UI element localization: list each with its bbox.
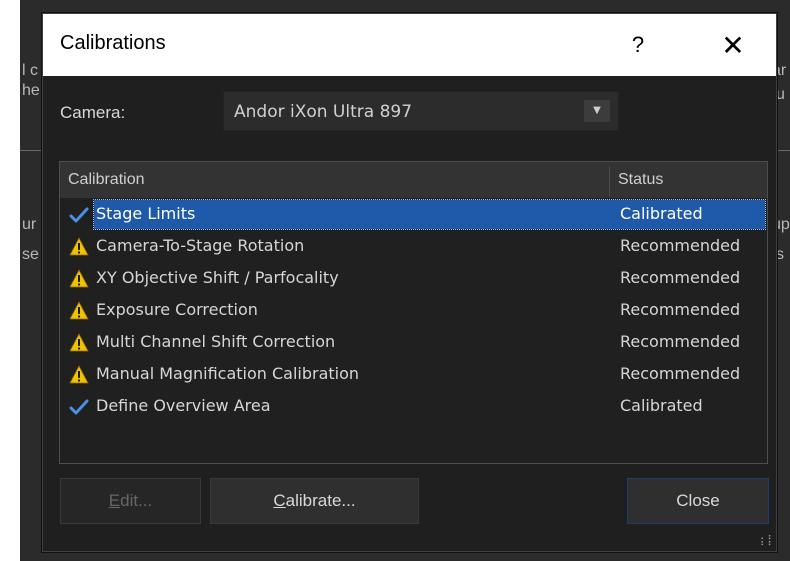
calibrations-dialog: Calibrations ? ✕ Camera: Andor iXon Ultr…	[42, 13, 777, 552]
calibration-row[interactable]: Manual Magnification Calibration Recommen…	[60, 359, 767, 390]
calibration-row[interactable]: XY Objective Shift / Parfocality Recommen…	[60, 263, 767, 294]
edit-mnemonic: E	[108, 491, 121, 510]
calibration-row[interactable]: Camera-To-Stage Rotation Recommended	[60, 231, 767, 262]
help-button[interactable]: ?	[618, 28, 658, 62]
calibration-status: Recommended	[620, 364, 741, 383]
warning-icon	[69, 269, 89, 289]
calibration-status: Recommended	[620, 300, 741, 319]
calibration-row[interactable]: Multi Channel Shift Correction Recommende…	[60, 327, 767, 358]
warning-icon	[69, 301, 89, 321]
background-text-fragment: l c	[22, 62, 38, 79]
column-divider[interactable]	[609, 166, 610, 196]
calibration-name: Exposure Correction	[96, 300, 258, 319]
warning-icon	[69, 237, 89, 257]
checkmark-icon	[69, 205, 89, 225]
calibration-status: Recommended	[620, 268, 741, 287]
warning-icon	[69, 333, 89, 353]
dropdown-arrow-icon[interactable]: ▼	[584, 100, 610, 122]
calibrate-label: alibrate...	[285, 491, 356, 510]
edit-label: dit...	[120, 491, 153, 510]
resize-grip-icon[interactable]: ⠄⠆ ⠆⠆	[760, 533, 775, 549]
checkmark-icon	[69, 397, 89, 417]
background-text-fragment: s	[776, 246, 784, 263]
close-button[interactable]: Close	[627, 478, 769, 524]
background-text-fragment: u	[776, 86, 785, 103]
warning-icon	[69, 365, 89, 385]
calibration-row[interactable]: Stage Limits Calibrated	[60, 199, 767, 230]
calibration-status: Calibrated	[620, 204, 703, 223]
calibration-name: XY Objective Shift / Parfocality	[96, 268, 339, 287]
calibration-name: Manual Magnification Calibration	[96, 364, 360, 383]
background-text-fragment: se	[22, 246, 39, 263]
calibration-row[interactable]: Exposure Correction Recommended	[60, 295, 767, 326]
calibration-name: Stage Limits	[96, 204, 196, 223]
calibration-name: Camera-To-Stage Rotation	[96, 236, 305, 255]
list-header: Calibration Status	[60, 162, 767, 198]
calibration-row[interactable]: Define Overview Area Calibrated	[60, 391, 767, 422]
camera-dropdown[interactable]: Andor iXon Ultra 897 ▼	[223, 91, 619, 131]
close-icon[interactable]: ✕	[703, 26, 763, 66]
title-bar[interactable]: Calibrations ? ✕	[43, 14, 776, 76]
calibration-list[interactable]: Calibration Status Stage Limits Calibrate…	[59, 161, 768, 464]
camera-label: Camera:	[60, 103, 126, 122]
camera-selected-value: Andor iXon Ultra 897	[234, 102, 413, 122]
calibration-status: Recommended	[620, 236, 741, 255]
edit-button[interactable]: Edit...	[60, 478, 201, 524]
column-header-status[interactable]: Status	[618, 171, 663, 189]
background-text-fragment: he	[22, 82, 40, 99]
calibration-name: Define Overview Area	[96, 396, 271, 415]
calibrate-button[interactable]: Calibrate...	[210, 478, 419, 524]
calibrate-mnemonic: C	[273, 491, 286, 510]
dialog-title: Calibrations	[60, 32, 166, 54]
calibration-name: Multi Channel Shift Correction	[96, 332, 336, 351]
calibration-status: Recommended	[620, 332, 741, 351]
calibration-status: Calibrated	[620, 396, 703, 415]
column-header-calibration[interactable]: Calibration	[68, 171, 144, 189]
